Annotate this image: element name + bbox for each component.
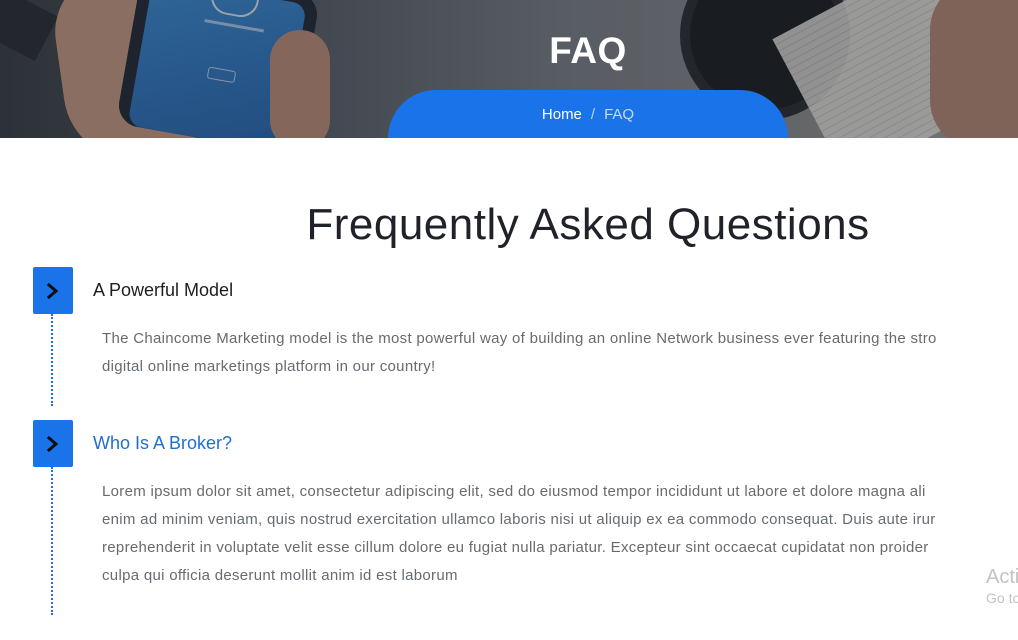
faq-answer-line: enim ad minim veniam, quis nostrud exerc… xyxy=(102,511,936,528)
chevron-right-icon xyxy=(47,282,59,299)
activation-watermark: Acti Go to xyxy=(986,565,1018,607)
faq-answer-line: reprehenderit in voluptate velit esse ci… xyxy=(102,539,929,556)
breadcrumb-separator: / xyxy=(590,105,596,123)
watermark-title: Acti xyxy=(986,566,1018,588)
breadcrumb: Home / FAQ xyxy=(388,90,788,138)
faq-toggle-button[interactable] xyxy=(33,267,73,314)
faq-question[interactable]: A Powerful Model xyxy=(93,280,233,301)
faq-timeline-line xyxy=(51,314,53,406)
section-title: Frequently Asked Questions xyxy=(306,200,870,249)
page-hero: FAQ Home / FAQ xyxy=(0,0,1018,138)
faq-question[interactable]: Who Is A Broker? xyxy=(93,433,232,454)
faq-item-broker: Who Is A Broker? Lorem ipsum dolor sit a… xyxy=(0,420,1018,640)
faq-answer: Lorem ipsum dolor sit amet, consectetur … xyxy=(102,478,1018,590)
breadcrumb-current: FAQ xyxy=(604,105,635,123)
watermark-subtitle: Go to xyxy=(986,590,1018,606)
chevron-right-icon xyxy=(47,435,59,452)
faq-item-powerful-model: A Powerful Model The Chaincome Marketing… xyxy=(0,267,1018,407)
breadcrumb-home-link[interactable]: Home xyxy=(542,106,582,123)
faq-answer: The Chaincome Marketing model is the mos… xyxy=(102,325,1018,381)
faq-toggle-button[interactable] xyxy=(33,420,73,467)
faq-answer-line: digital online marketings platform in ou… xyxy=(102,358,436,375)
faq-answer-line: culpa qui officia deserunt mollit anim i… xyxy=(102,567,458,584)
faq-answer-line: The Chaincome Marketing model is the mos… xyxy=(102,330,937,347)
faq-answer-line: Lorem ipsum dolor sit amet, consectetur … xyxy=(102,483,926,500)
faq-timeline-line xyxy=(51,467,53,615)
page-title: FAQ xyxy=(549,30,627,71)
